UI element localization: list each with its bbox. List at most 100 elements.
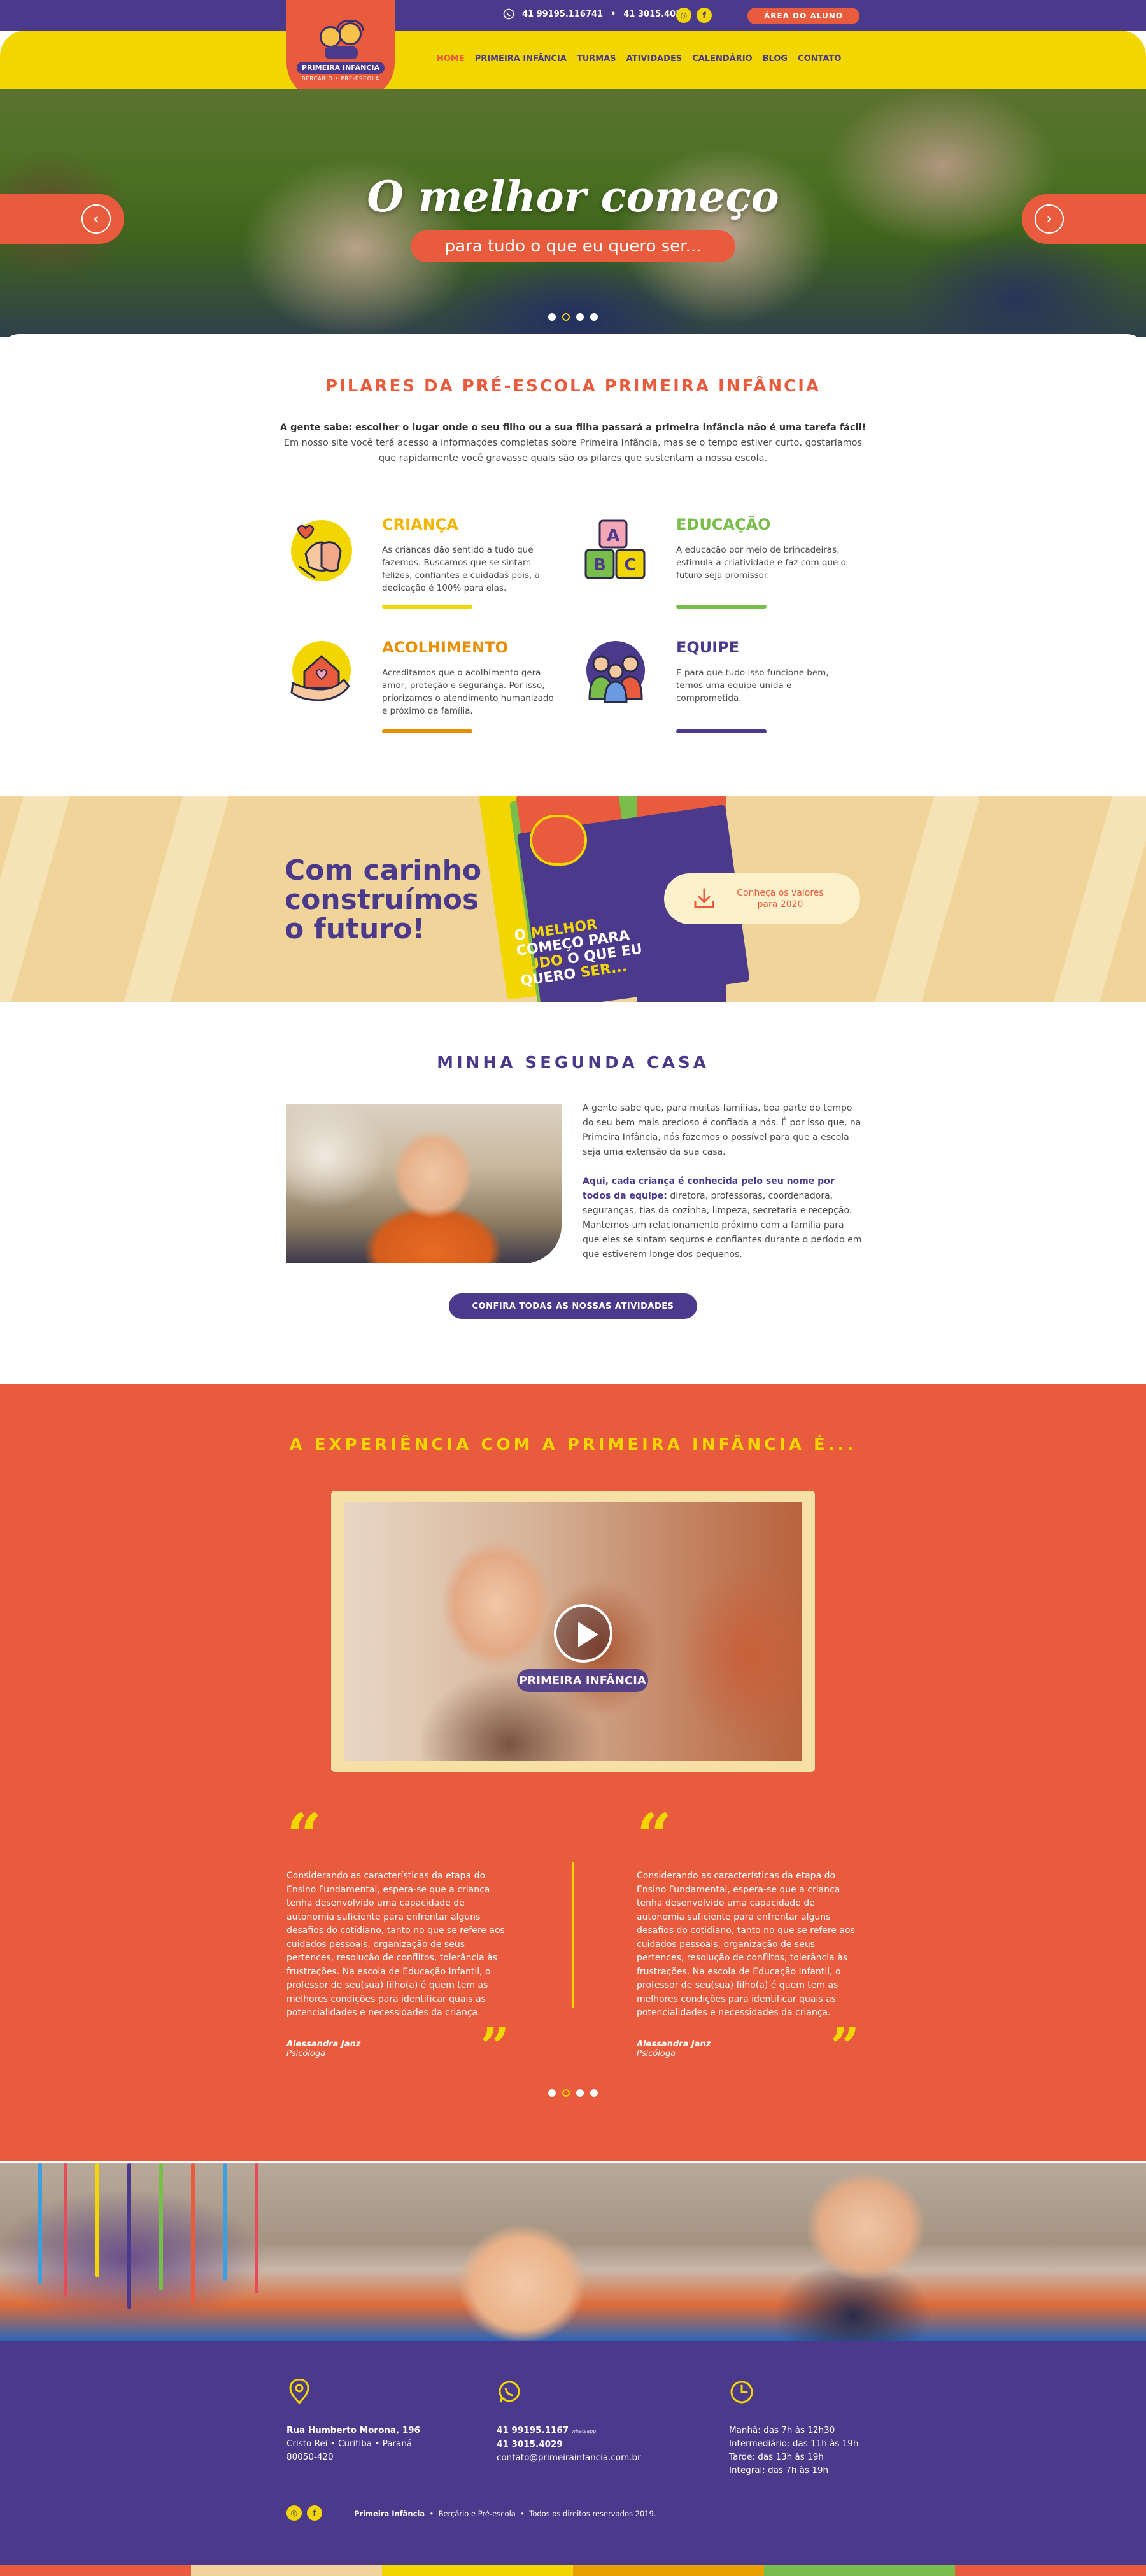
logo[interactable]: PRIMEIRA INFÂNCIA BERÇÁRIO • PRÉ-ESCOLA xyxy=(286,0,395,101)
facebook-icon[interactable]: f xyxy=(697,8,712,23)
pillar-title: EQUIPE xyxy=(676,638,740,656)
nav-item-home[interactable]: HOME xyxy=(437,54,465,64)
facebook-icon[interactable]: f xyxy=(307,2505,322,2521)
logo-kids-illustration xyxy=(316,19,365,59)
logo-subtitle: BERÇÁRIO • PRÉ-ESCOLA xyxy=(301,75,380,81)
casa-title: MINHA SEGUNDA CASA xyxy=(437,1053,709,1073)
phone-1[interactable]: 41 99195.116741 xyxy=(522,10,603,19)
casa-paragraph-1: A gente sabe que, para muitas famílias, … xyxy=(583,1103,861,1157)
quote-open-icon: “ xyxy=(637,1800,672,1872)
video-brand: PRIMEIRA INFÂNCIA xyxy=(517,1669,648,1692)
testimonial-dot[interactable] xyxy=(576,2089,584,2097)
footer-phone-1[interactable]: 41 99195.1167 xyxy=(497,2425,569,2435)
pillar-underline xyxy=(382,605,472,609)
quote-close-icon: ” xyxy=(830,2016,860,2076)
footer-address: Rua Humberto Morona, 196 Cristo Rei • Cu… xyxy=(286,2424,420,2464)
pillar-title: EDUCAÇÃO xyxy=(676,516,771,533)
pillars-intro-bold: A gente sabe: escolher o lugar onde o se… xyxy=(279,423,867,433)
play-icon[interactable] xyxy=(554,1604,612,1663)
testimonial-dot-active[interactable] xyxy=(562,2089,570,2097)
nav-item-contato[interactable]: CONTATO xyxy=(798,54,841,64)
clock-icon xyxy=(729,2379,754,2405)
pillars-title: PILARES DA PRÉ-ESCOLA PRIMEIRA INFÂNCIA xyxy=(325,377,821,396)
testimonial: “ Considerando as características da eta… xyxy=(286,1806,509,2072)
pillar-educacao: A B C EDUCAÇÃO A educação por meio de br… xyxy=(581,516,848,617)
experience-title: A EXPERIÊNCIA COM A PRIMEIRA INFÂNCIA É.… xyxy=(289,1435,857,1454)
pillar-text: Acreditamos que o acolhimento gera amor,… xyxy=(382,668,554,716)
hours-morning: Manhã: das 7h às 12h30 xyxy=(729,2425,835,2435)
babies-photo-strip xyxy=(0,2163,1146,2341)
brochure-logo xyxy=(530,815,587,866)
svg-text:A: A xyxy=(607,526,619,545)
testimonial: “ Considerando as características da eta… xyxy=(637,1800,860,2076)
footer-phone-2[interactable]: 41 3015.4029 xyxy=(497,2439,563,2449)
experience-section: A EXPERIÊNCIA COM A PRIMEIRA INFÂNCIA É.… xyxy=(0,1384,1146,2161)
hero-slider: ‹ › O melhor começo para tudo o que eu q… xyxy=(0,89,1146,337)
top-bar: 41 99195.116741 • 41 3015.4029 ◎ f ÁREA … xyxy=(0,0,1146,31)
hours-full-time: Integral: das 7h às 19h xyxy=(729,2465,829,2475)
testimonial-pagination xyxy=(548,2089,598,2097)
download-icon xyxy=(692,887,716,911)
whatsapp-icon xyxy=(503,8,514,20)
phone-separator: • xyxy=(611,9,616,19)
instagram-icon[interactable]: ◎ xyxy=(676,8,691,23)
testimonial-dot[interactable] xyxy=(548,2089,556,2097)
download-prices-button[interactable]: Conheça os valores para 2020 xyxy=(664,873,860,924)
pillar-crianca: CRIANÇA As crianças dão sentido a tudo q… xyxy=(286,516,554,617)
testimonial-author: Alessandra Janz xyxy=(637,2039,711,2049)
whatsapp-icon xyxy=(497,2379,522,2405)
footer-city: Cristo Rei • Curitiba • Paraná xyxy=(286,2439,413,2449)
instagram-icon[interactable]: ◎ xyxy=(286,2505,302,2521)
carinho-banner: Com carinho construímos o futuro! O MELH… xyxy=(0,796,1146,1002)
pillar-text: As crianças dão sentido a tudo que fazem… xyxy=(382,545,540,593)
pillar-acolhimento: ACOLHIMENTO Acreditamos que o acolhiment… xyxy=(286,638,554,740)
nav-item-turmas[interactable]: TURMAS xyxy=(577,54,616,64)
pillars-intro-text: Em nosso site você terá acesso a informa… xyxy=(283,438,863,463)
activities-button[interactable]: CONFIRA TODAS AS NOSSAS ATIVIDADES xyxy=(449,1293,697,1319)
testimonial-dot[interactable] xyxy=(590,2089,598,2097)
nav-item-calendario[interactable]: CALENDÁRIO xyxy=(692,54,752,64)
footer-street: Rua Humberto Morona, 196 xyxy=(286,2425,421,2435)
student-area-button[interactable]: ÁREA DO ALUNO xyxy=(747,8,860,24)
footer-color-stripe xyxy=(0,2565,1146,2576)
contact-phones: 41 99195.116741 • 41 3015.4029 xyxy=(503,8,687,20)
video-player[interactable]: PRIMEIRA INFÂNCIA xyxy=(331,1491,815,1772)
pillar-equipe: EQUIPE E para que tudo isso funcione bem… xyxy=(581,638,848,740)
footer: Rua Humberto Morona, 196 Cristo Rei • Cu… xyxy=(0,2341,1146,2576)
hero-dot[interactable] xyxy=(590,313,598,321)
testimonial-role: Psicóloga xyxy=(286,2048,326,2059)
team-icon xyxy=(581,638,651,708)
hero-bottom-curve xyxy=(0,334,1146,353)
nav-item-primeira-infancia[interactable]: PRIMEIRA INFÂNCIA xyxy=(475,54,567,64)
logo-name: PRIMEIRA INFÂNCIA xyxy=(297,61,385,74)
carinho-title: Com carinho construímos o futuro! xyxy=(285,854,482,945)
footer-brand: Primeira Infância xyxy=(354,2509,425,2518)
testimonial-text: Considerando as características da etapa… xyxy=(286,1871,505,2018)
pillar-underline xyxy=(676,729,767,733)
nav-item-atividades[interactable]: ATIVIDADES xyxy=(626,54,683,64)
pillar-text: E para que tudo isso funcione bem, temos… xyxy=(676,668,829,703)
pillar-underline xyxy=(676,605,767,609)
footer-tagline: Berçário e Pré-escola xyxy=(438,2509,516,2518)
svg-text:B: B xyxy=(593,556,606,575)
casa-paragraph-2: Aqui, cada criança é conhecida pelo seu … xyxy=(583,1174,863,1262)
hero-title: O melhor começo xyxy=(367,172,779,222)
footer-hours: Manhã: das 7h às 12h30 Intermediário: da… xyxy=(729,2424,858,2477)
testimonial-divider xyxy=(572,1862,574,2008)
hero-dot[interactable] xyxy=(576,313,584,321)
testimonial-role: Psicóloga xyxy=(637,2048,676,2059)
footer-phone-1-note: whatsapp xyxy=(571,2428,597,2434)
hero-dot[interactable] xyxy=(548,313,556,321)
testimonial-author: Alessandra Janz xyxy=(286,2039,361,2049)
hands-heart-icon xyxy=(286,516,357,586)
casa-paragraph-2-text: diretora, professoras, coordenadora, seg… xyxy=(583,1191,862,1260)
footer-social: ◎ f xyxy=(286,2505,322,2521)
location-pin-icon xyxy=(286,2378,312,2405)
footer-email[interactable]: contato@primeirainfancia.com.br xyxy=(497,2453,641,2463)
main-nav: HOME PRIMEIRA INFÂNCIA TURMAS ATIVIDADES… xyxy=(437,54,841,64)
download-label: Conheça os valores para 2020 xyxy=(737,888,824,910)
nav-item-blog[interactable]: BLOG xyxy=(763,54,788,64)
pillar-underline xyxy=(382,729,472,733)
hero-dot-active[interactable] xyxy=(562,313,570,321)
house-hand-icon xyxy=(286,638,357,708)
